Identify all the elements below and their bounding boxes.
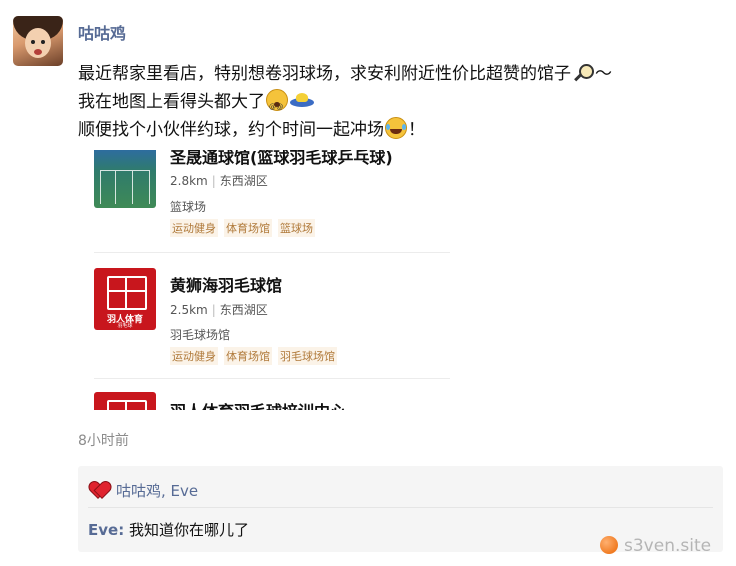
venue-card[interactable]: 圣晟通球馆(篮球羽毛球乒乓球) 2.8km | 东西湖区 篮球场 运动健身 体育场馆… bbox=[78, 150, 458, 253]
venue-tag: 篮球场 bbox=[278, 219, 315, 237]
post-line-2: 我在地图上看得头都大了 bbox=[78, 88, 728, 121]
card-divider bbox=[94, 378, 450, 379]
ufo-emoji-icon bbox=[290, 91, 314, 111]
post-timestamp: 8小时前 bbox=[78, 433, 129, 449]
search-emoji-icon bbox=[572, 63, 594, 83]
venue-card[interactable]: 羽人体育 羽毛球 黄狮海羽毛球馆 2.5km | 东西湖区 羽毛球场馆 运动健身 体… bbox=[78, 258, 458, 379]
post-username[interactable]: 咕咕鸡 bbox=[78, 20, 126, 44]
venue-tag: 体育场馆 bbox=[224, 219, 272, 237]
interaction-divider bbox=[88, 507, 713, 508]
venue-category: 羽毛球场馆 bbox=[170, 328, 231, 342]
venue-meta: 2.8km | 东西湖区 bbox=[170, 174, 268, 188]
venue-title: 羽人体育羽毛球培训中心 bbox=[170, 398, 346, 410]
venue-logo bbox=[94, 392, 156, 410]
peach-icon bbox=[600, 536, 618, 554]
post-text: 最近帮家里看店，特别想卷羽球场，求安利附近性价比超赞的馆子～ 我在地图上看得头都… bbox=[78, 60, 728, 144]
post-line-3: 顺便找个小伙伴约球，约个时间一起冲场！ bbox=[78, 116, 728, 144]
venue-cards: 圣晟通球馆(篮球羽毛球乒乓球) 2.8km | 东西湖区 篮球场 运动健身 体育场馆… bbox=[78, 150, 458, 410]
venue-tag: 羽毛球场馆 bbox=[278, 347, 337, 365]
card-divider bbox=[94, 252, 450, 253]
likes-names[interactable]: 咕咕鸡, Eve bbox=[116, 482, 198, 500]
venue-card[interactable]: 羽人体育羽毛球培训中心 bbox=[78, 384, 458, 410]
venue-tags: 运动健身 体育场馆 羽毛球场馆 bbox=[170, 347, 337, 365]
comment-text: 我知道你在哪儿了 bbox=[128, 521, 249, 539]
venue-tag: 运动健身 bbox=[170, 219, 218, 237]
user-avatar[interactable] bbox=[13, 16, 63, 66]
laughing-tears-emoji-icon bbox=[385, 117, 407, 139]
venue-category: 篮球场 bbox=[170, 200, 207, 214]
venue-title: 圣晟通球馆(篮球羽毛球乒乓球) bbox=[170, 150, 393, 167]
venue-title: 黄狮海羽毛球馆 bbox=[170, 276, 283, 295]
post-line-1: 最近帮家里看店，特别想卷羽球场，求安利附近性价比超赞的馆子～ bbox=[78, 63, 612, 84]
venue-tag: 运动健身 bbox=[170, 347, 218, 365]
watermark: s3ven.site bbox=[600, 536, 711, 556]
heart-icon bbox=[90, 482, 108, 498]
venue-photo bbox=[94, 150, 156, 208]
venue-meta: 2.5km | 东西湖区 bbox=[170, 303, 268, 317]
likes-row: 咕咕鸡, Eve bbox=[90, 480, 198, 501]
venue-logo: 羽人体育 羽毛球 bbox=[94, 268, 156, 330]
venue-tag: 体育场馆 bbox=[224, 347, 272, 365]
dizzy-face-emoji-icon bbox=[266, 89, 288, 121]
comment[interactable]: Eve: 我知道你在哪儿了 bbox=[88, 519, 249, 540]
comment-author[interactable]: Eve: bbox=[88, 521, 124, 539]
venue-tags: 运动健身 体育场馆 篮球场 bbox=[170, 219, 315, 237]
